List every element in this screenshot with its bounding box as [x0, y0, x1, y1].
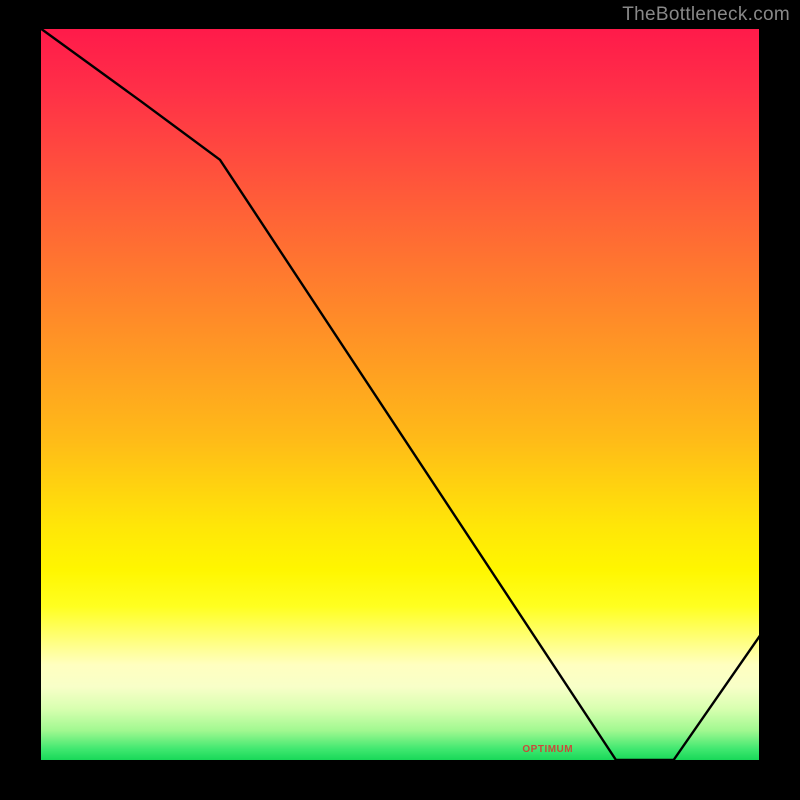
- watermark-text: TheBottleneck.com: [622, 4, 790, 26]
- chart-border-right: [759, 28, 761, 761]
- optimum-marker-label: OPTIMUM: [522, 744, 573, 755]
- chart-curve-svg: [40, 28, 760, 760]
- chart-border-left: [39, 28, 41, 761]
- chart-border-bottom: [40, 760, 760, 762]
- chart-plot-area: OPTIMUM: [40, 28, 760, 760]
- chart-border-top: [40, 27, 760, 29]
- chart-curve-path: [40, 28, 760, 760]
